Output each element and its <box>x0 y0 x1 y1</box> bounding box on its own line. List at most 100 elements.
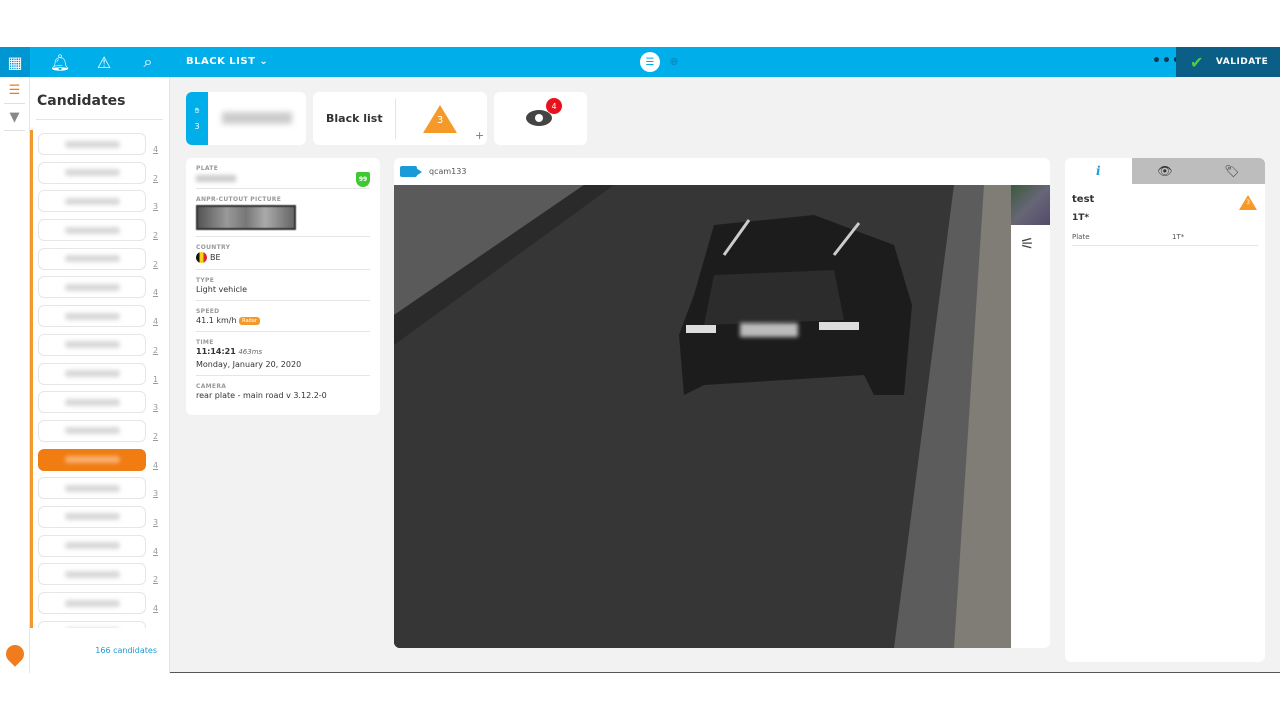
hand-card[interactable]: ✋︎ 3 <box>186 92 306 145</box>
blurred-plate <box>64 456 120 464</box>
camera-value: rear plate - main road v 3.12.2-0 <box>196 391 327 400</box>
candidate-plate[interactable] <box>38 505 146 528</box>
blurred-plate <box>64 542 120 550</box>
candidate-row[interactable]: 2 <box>30 416 170 446</box>
candidate-row[interactable]: 4 <box>30 445 170 475</box>
search-icon[interactable]: ⌕ <box>133 47 163 77</box>
candidate-plate[interactable] <box>38 362 146 385</box>
candidate-row[interactable]: 4 <box>30 130 170 159</box>
type-label: TYPE <box>196 277 215 284</box>
list-icon[interactable]: ☰ <box>4 77 25 104</box>
radar-badge: Radar <box>239 316 260 325</box>
candidate-plate[interactable] <box>38 534 146 557</box>
list-name: test <box>1072 194 1095 205</box>
date-value: Monday, January 20, 2020 <box>196 360 302 369</box>
list-title: BLACK LIST <box>186 56 256 67</box>
blurred-plate <box>64 283 120 291</box>
eye-icon: 👁︎ <box>1157 164 1173 178</box>
candidate-row[interactable]: 2 <box>30 158 170 188</box>
candidate-plate[interactable] <box>38 563 146 586</box>
bell-icon[interactable]: 🔔︎ <box>45 47 75 77</box>
blurred-plate <box>64 599 120 607</box>
blurred-plate <box>222 112 292 124</box>
cutout-label: ANPR-CUTOUT PICTURE <box>196 196 282 203</box>
blurred-plate <box>64 398 120 406</box>
field-value: 1T* <box>1172 233 1185 241</box>
candidate-row[interactable]: 3 <box>30 187 170 217</box>
candidates-count: 166 candidates <box>95 646 157 655</box>
candidate-row[interactable]: 4 <box>30 302 170 331</box>
check-icon: ✔ <box>1190 52 1204 72</box>
add-button[interactable]: + <box>475 129 484 142</box>
list-selector[interactable]: BLACK LIST ⌄ <box>186 56 268 67</box>
candidate-plate[interactable] <box>38 161 146 184</box>
candidate-plate[interactable] <box>38 419 146 442</box>
candidate-plate[interactable] <box>38 391 146 414</box>
candidate-row[interactable]: 4 <box>30 589 170 618</box>
views-badge: 4 <box>546 98 562 114</box>
warning-icon[interactable]: ⚠︎ <box>89 47 119 77</box>
candidate-count: 2 <box>153 259 159 269</box>
candidates-panel: Candidates 4 2 3 2 2 4 4 2 1 3 2 4 3 3 4 2 4 166 candida… <box>30 77 170 673</box>
candidate-row[interactable]: 3 <box>30 388 170 417</box>
blurred-plate <box>64 140 120 148</box>
candidate-row[interactable]: 4 <box>30 531 170 561</box>
candidate-count: 4 <box>153 604 159 613</box>
candidate-plate[interactable] <box>38 190 146 213</box>
tab-tags[interactable]: 🏷︎ <box>1198 158 1265 184</box>
candidate-row[interactable]: 4 <box>30 273 170 303</box>
candidate-list[interactable]: 4 2 3 2 2 4 4 2 1 3 2 4 3 3 4 2 4 <box>30 130 170 628</box>
candidate-row[interactable] <box>30 617 170 628</box>
views-card[interactable]: 4 <box>494 92 587 145</box>
overview-thumbnail[interactable] <box>1011 185 1050 225</box>
plate-cutout-image[interactable] <box>196 205 296 230</box>
tab-views[interactable]: 👁︎ <box>1131 158 1199 184</box>
candidate-plate[interactable] <box>38 133 146 155</box>
candidate-plate[interactable] <box>38 477 146 500</box>
candidate-plate[interactable] <box>38 247 146 270</box>
info-icon: i <box>1096 164 1101 178</box>
type-value: Light vehicle <box>196 285 247 294</box>
hand-icon: ✋︎ <box>194 106 200 115</box>
candidate-plate[interactable] <box>38 219 146 242</box>
candidate-row[interactable]: 2 <box>30 560 170 589</box>
apps-grid-icon[interactable]: ▦ <box>0 47 30 77</box>
candidate-count: 3 <box>153 489 159 499</box>
validate-button[interactable]: ✔ VALIDATE <box>1176 47 1280 77</box>
candidate-plate[interactable] <box>38 305 146 328</box>
adjustments-icon[interactable]: ⚟ <box>1020 234 1034 253</box>
tab-info[interactable]: i <box>1065 158 1132 184</box>
list-view-icon[interactable]: ☰ <box>640 52 660 72</box>
candidate-row[interactable]: 2 <box>30 330 170 360</box>
list-card[interactable]: Black list 3 + <box>313 92 487 145</box>
chevron-down-icon: ⌄ <box>259 56 269 67</box>
alert-triangle-icon: 3 <box>423 105 457 133</box>
filter-icon[interactable]: ▼ <box>4 104 25 131</box>
blurred-plate <box>64 312 120 320</box>
validate-label: VALIDATE <box>1215 57 1269 67</box>
candidate-row[interactable]: 3 <box>30 474 170 503</box>
candidate-count: 2 <box>153 231 159 241</box>
blurred-plate <box>64 370 120 377</box>
shield-icon: 99 <box>356 172 370 187</box>
plate-pattern: 1T* <box>1072 213 1090 223</box>
candidate-plate[interactable] <box>38 620 146 628</box>
plate-row: Plate 1T* <box>1072 233 1258 246</box>
candidate-count: 2 <box>153 431 159 441</box>
candidate-row[interactable]: 2 <box>30 244 170 274</box>
blurred-plate <box>64 226 120 234</box>
candidate-plate[interactable] <box>38 276 146 299</box>
app: ▦ 🔔︎ ⚠︎ ⌕ BLACK LIST ⌄ ☰ 🌐︎ ••• ✔ VALIDAT… <box>0 47 1280 673</box>
blurred-plate <box>64 427 120 435</box>
candidate-row[interactable]: 3 <box>30 502 170 532</box>
candidate-plate[interactable] <box>38 333 146 356</box>
candidate-row[interactable]: 2 <box>30 216 170 245</box>
speed-label: SPEED <box>196 308 220 315</box>
candidate-plate[interactable] <box>38 592 146 614</box>
blurred-plate <box>64 513 120 521</box>
vehicle-image[interactable] <box>394 185 1011 648</box>
globe-icon[interactable]: 🌐︎ <box>664 52 684 72</box>
candidate-plate[interactable] <box>38 448 146 471</box>
candidate-row[interactable]: 1 <box>30 359 170 389</box>
plate-label: PLATE <box>196 165 219 172</box>
